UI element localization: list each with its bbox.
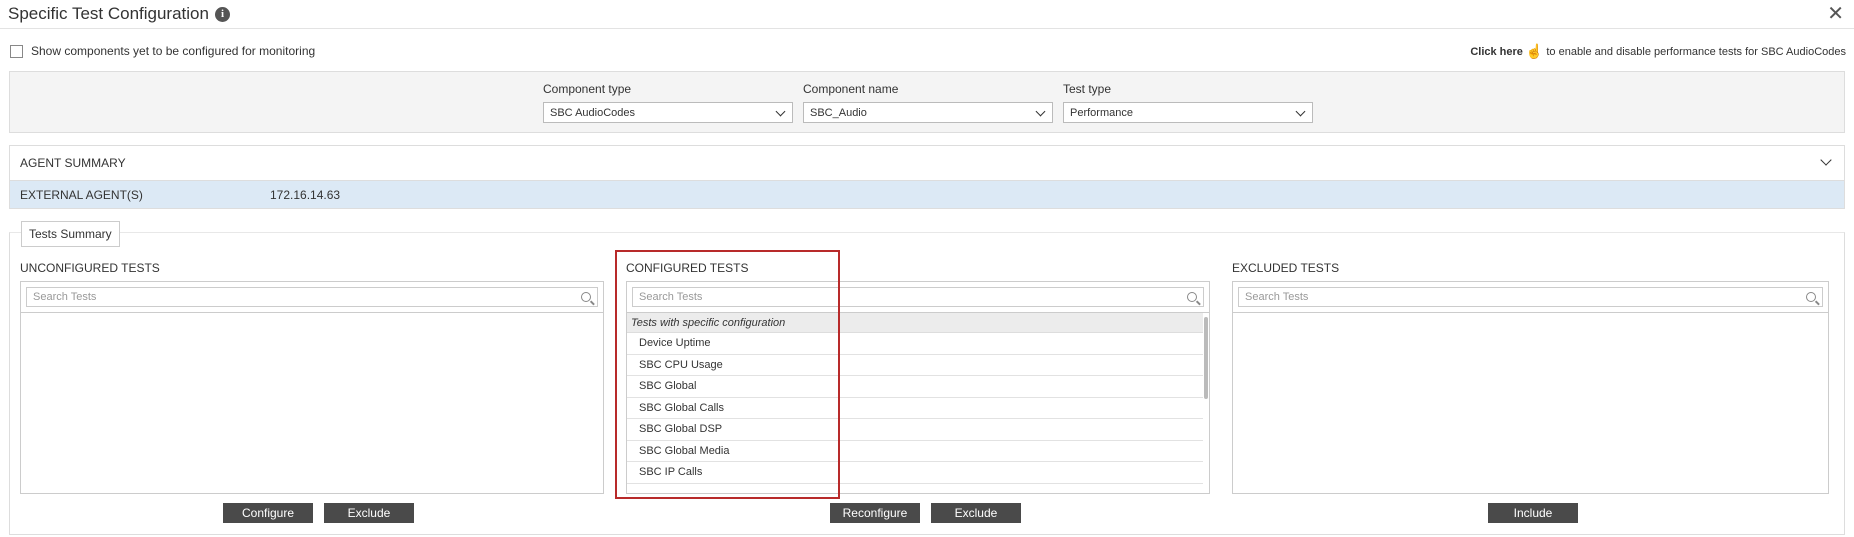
test-type-value: Performance: [1070, 106, 1133, 119]
configured-tests-title: CONFIGURED TESTS: [626, 261, 749, 275]
test-type-select[interactable]: Performance: [1063, 102, 1313, 123]
external-agent-value: 172.16.14.63: [270, 187, 341, 202]
agent-summary-title: AGENT SUMMARY: [20, 156, 126, 170]
exclude-button[interactable]: Exclude: [324, 503, 414, 523]
configured-tests-items: Tests with specific configuration Device…: [627, 313, 1203, 493]
component-name-group: Component name SBC_Audio: [803, 82, 1053, 123]
page-title-text: Specific Test Configuration: [8, 4, 209, 23]
test-type-group: Test type Performance: [1063, 82, 1313, 123]
unconfigured-search-placeholder: Search Tests: [33, 291, 97, 303]
reconfigure-button[interactable]: Reconfigure: [830, 503, 920, 523]
excluded-tests-title: EXCLUDED TESTS: [1232, 261, 1340, 275]
component-name-select[interactable]: SBC_Audio: [803, 102, 1053, 123]
chevron-down-icon[interactable]: [1820, 154, 1832, 166]
unconfigured-tests-list: Search Tests: [20, 281, 604, 494]
component-type-value: SBC AudioCodes: [550, 106, 635, 119]
unconfigured-tests-title: UNCONFIGURED TESTS: [20, 261, 160, 275]
excluded-tests-list: Search Tests: [1232, 281, 1829, 494]
show-components-row: Show components yet to be configured for…: [10, 44, 315, 58]
click-here-link[interactable]: Click here: [1470, 46, 1523, 58]
component-type-group: Component type SBC AudioCodes: [543, 82, 793, 123]
list-item[interactable]: SBC Global DSP: [627, 419, 1203, 441]
external-agent-row: EXTERNAL AGENT(S) 172.16.14.63: [10, 181, 1844, 208]
excluded-search-input[interactable]: Search Tests: [1238, 287, 1823, 307]
list-item[interactable]: SBC Global Media: [627, 441, 1203, 462]
external-agent-label: EXTERNAL AGENT(S): [20, 187, 143, 202]
close-icon[interactable]: ✕: [1827, 3, 1844, 25]
exclude-button[interactable]: Exclude: [931, 503, 1021, 523]
unconfigured-buttons: Configure Exclude: [223, 503, 414, 523]
configure-button[interactable]: Configure: [223, 503, 313, 523]
agent-summary-header[interactable]: AGENT SUMMARY: [10, 146, 1844, 181]
component-name-label: Component name: [803, 82, 899, 96]
excluded-search-placeholder: Search Tests: [1245, 291, 1309, 303]
show-components-checkbox[interactable]: [10, 44, 23, 58]
component-type-select[interactable]: SBC AudioCodes: [543, 102, 793, 123]
list-item[interactable]: SBC Global: [627, 376, 1203, 398]
list-item[interactable]: SBC Global Calls: [627, 398, 1203, 419]
component-type-label: Component type: [543, 82, 632, 96]
include-button[interactable]: Include: [1488, 503, 1578, 523]
tab-tests-summary[interactable]: Tests Summary: [21, 221, 120, 247]
click-here-text: to enable and disable performance tests …: [1546, 45, 1846, 58]
page-title: Specific Test Configuration i: [8, 4, 230, 24]
configured-search-placeholder: Search Tests: [639, 291, 703, 303]
chevron-down-icon: [775, 106, 786, 116]
unconfigured-tests-column: UNCONFIGURED TESTS Search Tests: [20, 261, 604, 494]
configured-tests-list: Search Tests Tests with specific configu…: [626, 281, 1210, 494]
unconfigured-search-input[interactable]: Search Tests: [26, 287, 598, 307]
configured-search-input[interactable]: Search Tests: [632, 287, 1204, 307]
show-components-label: Show components yet to be configured for…: [31, 44, 316, 58]
list-item[interactable]: SBC IP Calls: [627, 462, 1203, 484]
panel-divider: [21, 312, 603, 313]
panel-divider: [1233, 312, 1828, 313]
chevron-down-icon: [1035, 106, 1046, 116]
filter-panel: Component type SBC AudioCodes Component …: [9, 71, 1845, 133]
search-icon[interactable]: [1187, 292, 1197, 302]
tests-summary-panel: Tests Summary UNCONFIGURED TESTS Search …: [9, 221, 1845, 535]
agent-summary-panel: AGENT SUMMARY EXTERNAL AGENT(S) 172.16.1…: [9, 145, 1845, 209]
header-divider: [0, 28, 1854, 29]
info-icon[interactable]: i: [214, 6, 230, 22]
click-here-row: Click here ☝ to enable and disable perfo…: [1470, 43, 1846, 60]
chevron-down-icon: [1295, 106, 1306, 116]
test-type-label: Test type: [1063, 82, 1112, 96]
configured-buttons: Reconfigure Exclude: [830, 503, 1021, 523]
search-icon[interactable]: [581, 292, 591, 302]
excluded-buttons: Include: [1488, 503, 1578, 523]
list-item[interactable]: Device Uptime: [627, 333, 1203, 355]
list-item[interactable]: SBC CPU Usage: [627, 355, 1203, 376]
hand-pointer-icon[interactable]: ☝: [1526, 43, 1543, 60]
excluded-tests-column: EXCLUDED TESTS Search Tests: [1232, 261, 1829, 494]
configured-tests-column: CONFIGURED TESTS Search Tests Tests with…: [626, 261, 1210, 494]
component-name-value: SBC_Audio: [810, 106, 867, 119]
group-header: Tests with specific configuration: [627, 313, 1203, 333]
scrollbar[interactable]: [1204, 317, 1208, 399]
search-icon[interactable]: [1806, 292, 1816, 302]
